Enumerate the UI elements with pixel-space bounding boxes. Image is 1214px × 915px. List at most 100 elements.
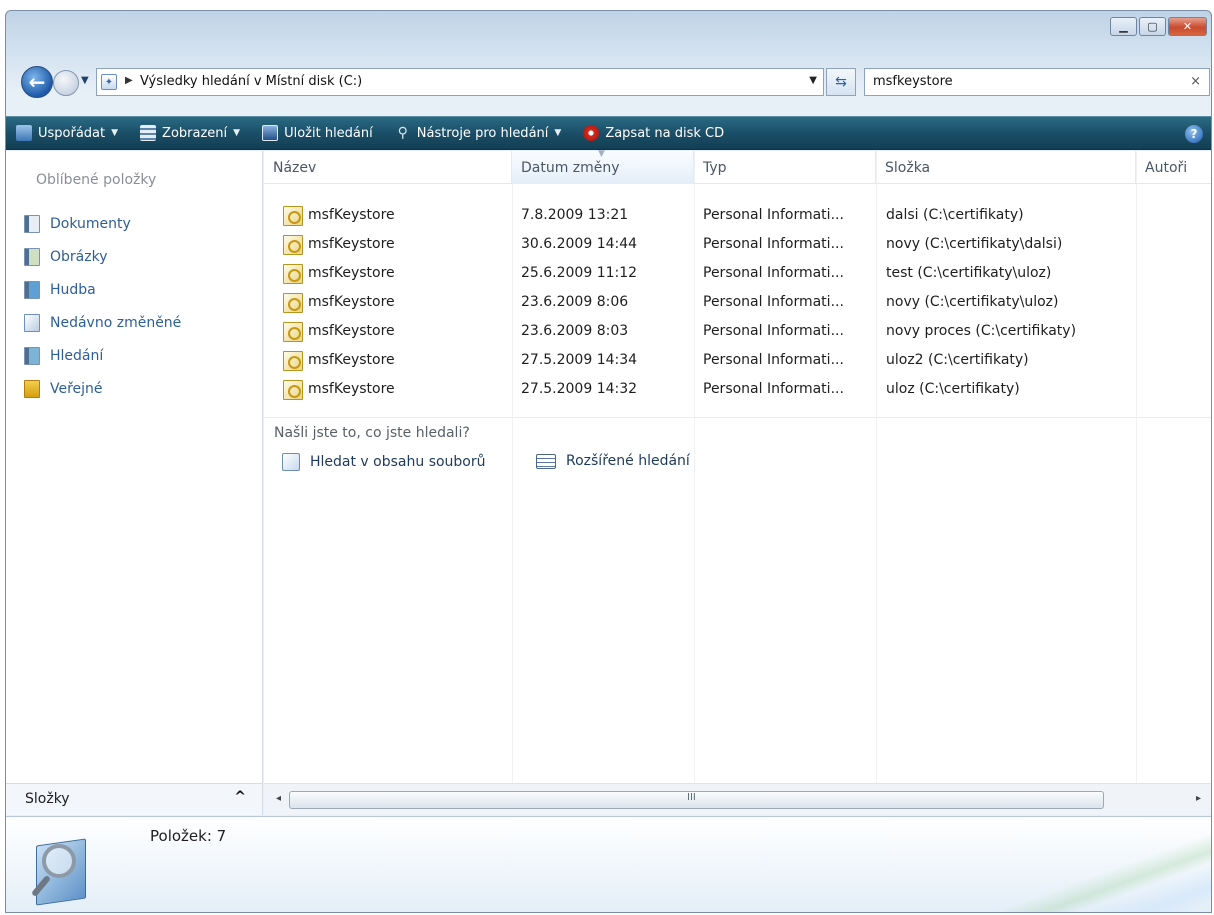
- maximize-button[interactable]: ▢: [1139, 17, 1166, 36]
- keystore-file-icon: [283, 206, 303, 226]
- column-header-type[interactable]: Typ: [694, 151, 876, 184]
- search-hint-question: Našli jste to, co jste hledali?: [274, 425, 470, 441]
- folders-toggle[interactable]: Složky ^: [6, 783, 262, 815]
- sidebar-item-label: Nedávno změněné: [50, 314, 182, 331]
- table-row[interactable]: msfKeystore 23.6.2009 8:06 Personal Info…: [264, 289, 1134, 318]
- search-tools-label: Nástroje pro hledání: [416, 125, 549, 141]
- results-divider: [264, 417, 1211, 418]
- caption-buttons: ▁ ▢ ✕: [1110, 17, 1207, 36]
- refresh-button[interactable]: ⇆: [826, 68, 856, 96]
- sidebar-item-recently-changed[interactable]: Nedávno změněné: [24, 306, 181, 339]
- search-box[interactable]: msfkeystore ×: [864, 68, 1210, 96]
- search-folder-icon: ✦: [101, 74, 117, 90]
- close-button[interactable]: ✕: [1168, 17, 1207, 36]
- sidebar-item-searches[interactable]: Hledání: [24, 339, 181, 372]
- column-header-authors[interactable]: Autoři: [1136, 151, 1211, 184]
- file-type: Personal Informati...: [703, 352, 844, 368]
- search-tools-button[interactable]: ⚲ Nástroje pro hledání ▼: [385, 117, 574, 149]
- column-header-folder[interactable]: Složka: [876, 151, 1136, 184]
- file-folder: dalsi (C:\certifikaty): [886, 207, 1024, 223]
- clear-search-icon[interactable]: ×: [1190, 74, 1201, 89]
- table-row[interactable]: msfKeystore 27.5.2009 14:32 Personal Inf…: [264, 376, 1134, 405]
- file-name: msfKeystore: [308, 352, 395, 368]
- forward-button[interactable]: [53, 70, 79, 96]
- magnifier-icon: ⚲: [397, 125, 408, 141]
- command-bar: Uspořádat ▼ Zobrazení ▼ Uložit hledání ⚲…: [6, 116, 1211, 150]
- favorites-list: Dokumenty Obrázky Hudba Nedávno změněné …: [24, 207, 181, 405]
- file-type: Personal Informati...: [703, 236, 844, 252]
- recent-pages-dropdown[interactable]: ▼: [81, 75, 89, 86]
- chevron-up-icon[interactable]: ^: [234, 789, 246, 805]
- search-contents-icon: [282, 453, 300, 471]
- file-date: 7.8.2009 13:21: [521, 207, 629, 223]
- save-icon: [262, 125, 279, 141]
- file-date: 30.6.2009 14:44: [521, 236, 638, 252]
- column-header-row: Název ▼ Datum změny Typ Složka Autoři: [264, 149, 1211, 184]
- views-icon: [140, 125, 157, 141]
- file-folder: uloz (C:\certifikaty): [886, 381, 1020, 397]
- file-date: 23.6.2009 8:03: [521, 323, 629, 339]
- scroll-grip-icon: III: [687, 792, 696, 803]
- sidebar-item-pictures[interactable]: Obrázky: [24, 240, 181, 273]
- advanced-search-label: Rozšířené hledání: [566, 453, 690, 469]
- minimize-button[interactable]: ▁: [1110, 17, 1137, 36]
- address-bar[interactable]: ✦ ▶ Výsledky hledání v Místní disk (C:) …: [96, 68, 824, 96]
- organize-icon: [16, 125, 32, 141]
- help-icon[interactable]: ?: [1185, 125, 1203, 143]
- scroll-thumb[interactable]: III: [289, 791, 1104, 809]
- table-row[interactable]: msfKeystore 25.6.2009 11:12 Personal Inf…: [264, 260, 1134, 289]
- item-count: Položek: 7: [150, 827, 227, 845]
- file-type: Personal Informati...: [703, 294, 844, 310]
- search-input[interactable]: msfkeystore: [873, 74, 953, 89]
- file-folder: novy (C:\certifikaty\dalsi): [886, 236, 1063, 252]
- file-list: Název ▼ Datum změny Typ Složka Autoři ms…: [264, 149, 1211, 815]
- file-name: msfKeystore: [308, 265, 395, 281]
- explorer-window: ▁ ▢ ✕ ← ▼ ✦ ▶ Výsledky hledání v Místní …: [5, 10, 1212, 913]
- table-row[interactable]: msfKeystore 7.8.2009 13:21 Personal Info…: [264, 202, 1134, 231]
- table-row[interactable]: msfKeystore 30.6.2009 14:44 Personal Inf…: [264, 231, 1134, 260]
- burn-button[interactable]: Zapsat na disk CD: [573, 117, 736, 149]
- burn-disc-icon: [583, 125, 600, 141]
- save-search-label: Uložit hledání: [284, 125, 373, 141]
- views-label: Zobrazení: [162, 125, 228, 141]
- sidebar-item-documents[interactable]: Dokumenty: [24, 207, 181, 240]
- favorites-title: Oblíbené položky: [36, 172, 157, 188]
- column-divider: [1136, 151, 1137, 783]
- sidebar-item-label: Hudba: [50, 281, 96, 298]
- file-name: msfKeystore: [308, 381, 395, 397]
- file-name: msfKeystore: [308, 323, 395, 339]
- breadcrumb-path[interactable]: Výsledky hledání v Místní disk (C:): [140, 74, 362, 89]
- sidebar-item-public[interactable]: Veřejné: [24, 372, 181, 405]
- keystore-file-icon: [283, 235, 303, 255]
- table-row[interactable]: msfKeystore 23.6.2009 8:03 Personal Info…: [264, 318, 1134, 347]
- table-row[interactable]: msfKeystore 27.5.2009 14:34 Personal Inf…: [264, 347, 1134, 376]
- sidebar-item-music[interactable]: Hudba: [24, 273, 181, 306]
- organize-label: Uspořádat: [38, 125, 106, 141]
- advanced-search-link[interactable]: Rozšířené hledání: [536, 453, 690, 469]
- sort-descending-icon: ▼: [598, 149, 605, 159]
- organize-button[interactable]: Uspořádat ▼: [6, 117, 130, 149]
- address-dropdown-icon[interactable]: ▼: [809, 75, 817, 86]
- refresh-icon: ⇆: [835, 74, 847, 90]
- file-date: 27.5.2009 14:34: [521, 352, 638, 368]
- folders-label: Složky: [25, 791, 70, 807]
- scroll-right-icon[interactable]: ▸: [1196, 793, 1201, 804]
- file-name: msfKeystore: [308, 294, 395, 310]
- search-results-icon: [28, 832, 90, 906]
- search-file-contents-link[interactable]: Hledat v obsahu souborů: [282, 453, 486, 471]
- searches-icon: [24, 346, 40, 365]
- column-header-date[interactable]: ▼ Datum změny: [512, 149, 694, 184]
- column-header-date-label: Datum změny: [521, 160, 620, 176]
- file-folder: test (C:\certifikaty\uloz): [886, 265, 1052, 281]
- file-name: msfKeystore: [308, 236, 395, 252]
- breadcrumb-separator-icon[interactable]: ▶: [125, 75, 133, 86]
- views-button[interactable]: Zobrazení ▼: [130, 117, 252, 149]
- file-date: 23.6.2009 8:06: [521, 294, 629, 310]
- column-header-name[interactable]: Název: [264, 151, 512, 184]
- file-folder: novy (C:\certifikaty\uloz): [886, 294, 1059, 310]
- save-search-button[interactable]: Uložit hledání: [252, 117, 385, 149]
- back-button[interactable]: ←: [21, 66, 53, 98]
- horizontal-scrollbar[interactable]: ◂ III ▸: [264, 783, 1211, 815]
- scroll-left-icon[interactable]: ◂: [276, 793, 281, 804]
- search-file-contents-label: Hledat v obsahu souborů: [310, 454, 486, 470]
